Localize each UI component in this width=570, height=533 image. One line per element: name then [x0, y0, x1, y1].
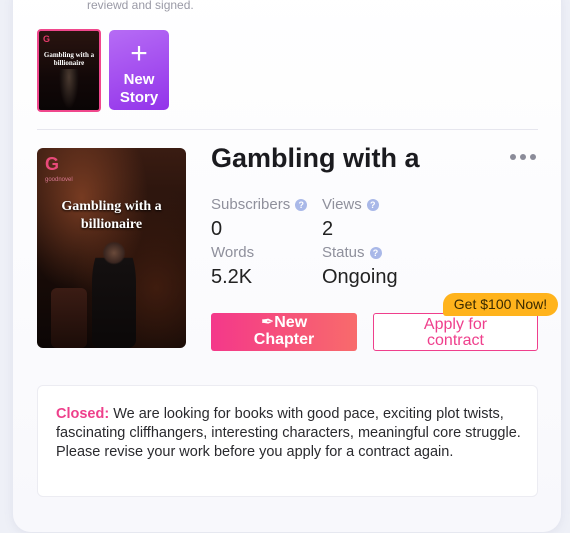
book-title[interactable]: Gambling with a: [211, 143, 420, 174]
views-label: Views ?: [322, 196, 379, 213]
help-icon[interactable]: ?: [295, 198, 308, 211]
more-options-icon[interactable]: [510, 150, 540, 164]
new-story-label: New Story: [119, 71, 159, 106]
notice-text: Closed: We are looking for books with go…: [56, 406, 521, 460]
cover-title: Gambling with a billionaire: [61, 199, 162, 232]
top-note: reviewd and signed.: [87, 0, 194, 12]
cover-logo: G: [45, 154, 60, 174]
plus-icon: +: [130, 37, 148, 70]
new-chapter-label-line1: ✒New: [260, 314, 308, 331]
promo-badge[interactable]: Get $100 Now!: [443, 293, 558, 316]
new-story-button[interactable]: + New Story: [109, 30, 169, 110]
notice-status: Closed:: [56, 406, 110, 422]
words-label: Words: [211, 244, 255, 261]
help-icon[interactable]: ?: [369, 246, 382, 259]
feather-pen-icon: ✒: [260, 314, 275, 331]
cover-figure: [92, 240, 136, 348]
status-label: Status ?: [322, 244, 382, 261]
status-value: Ongoing: [322, 266, 398, 288]
book-cover[interactable]: G goodnovel Gambling with a billionaire: [37, 148, 186, 348]
contract-notice: Closed: We are looking for books with go…: [37, 385, 538, 497]
thumbnail-figure: [59, 69, 79, 109]
words-value: 5.2K: [211, 266, 253, 288]
views-value: 2: [322, 218, 334, 240]
subscribers-label: Subscribers ?: [211, 196, 308, 213]
new-chapter-label-line2: Chapter: [253, 331, 315, 348]
divider: [37, 129, 538, 130]
help-icon[interactable]: ?: [366, 198, 379, 211]
apply-for-contract-button[interactable]: Apply for contract: [373, 313, 538, 351]
cover-chair: [51, 288, 87, 348]
thumbnail-logo: G: [43, 34, 51, 44]
new-chapter-button[interactable]: ✒New Chapter: [211, 313, 357, 351]
cover-logo-sub: goodnovel: [45, 177, 73, 183]
thumbnail-title: Gambling with a billionaire: [43, 51, 95, 67]
book-thumbnail-selected[interactable]: G Gambling with a billionaire: [37, 29, 101, 112]
subscribers-value: 0: [211, 218, 223, 240]
